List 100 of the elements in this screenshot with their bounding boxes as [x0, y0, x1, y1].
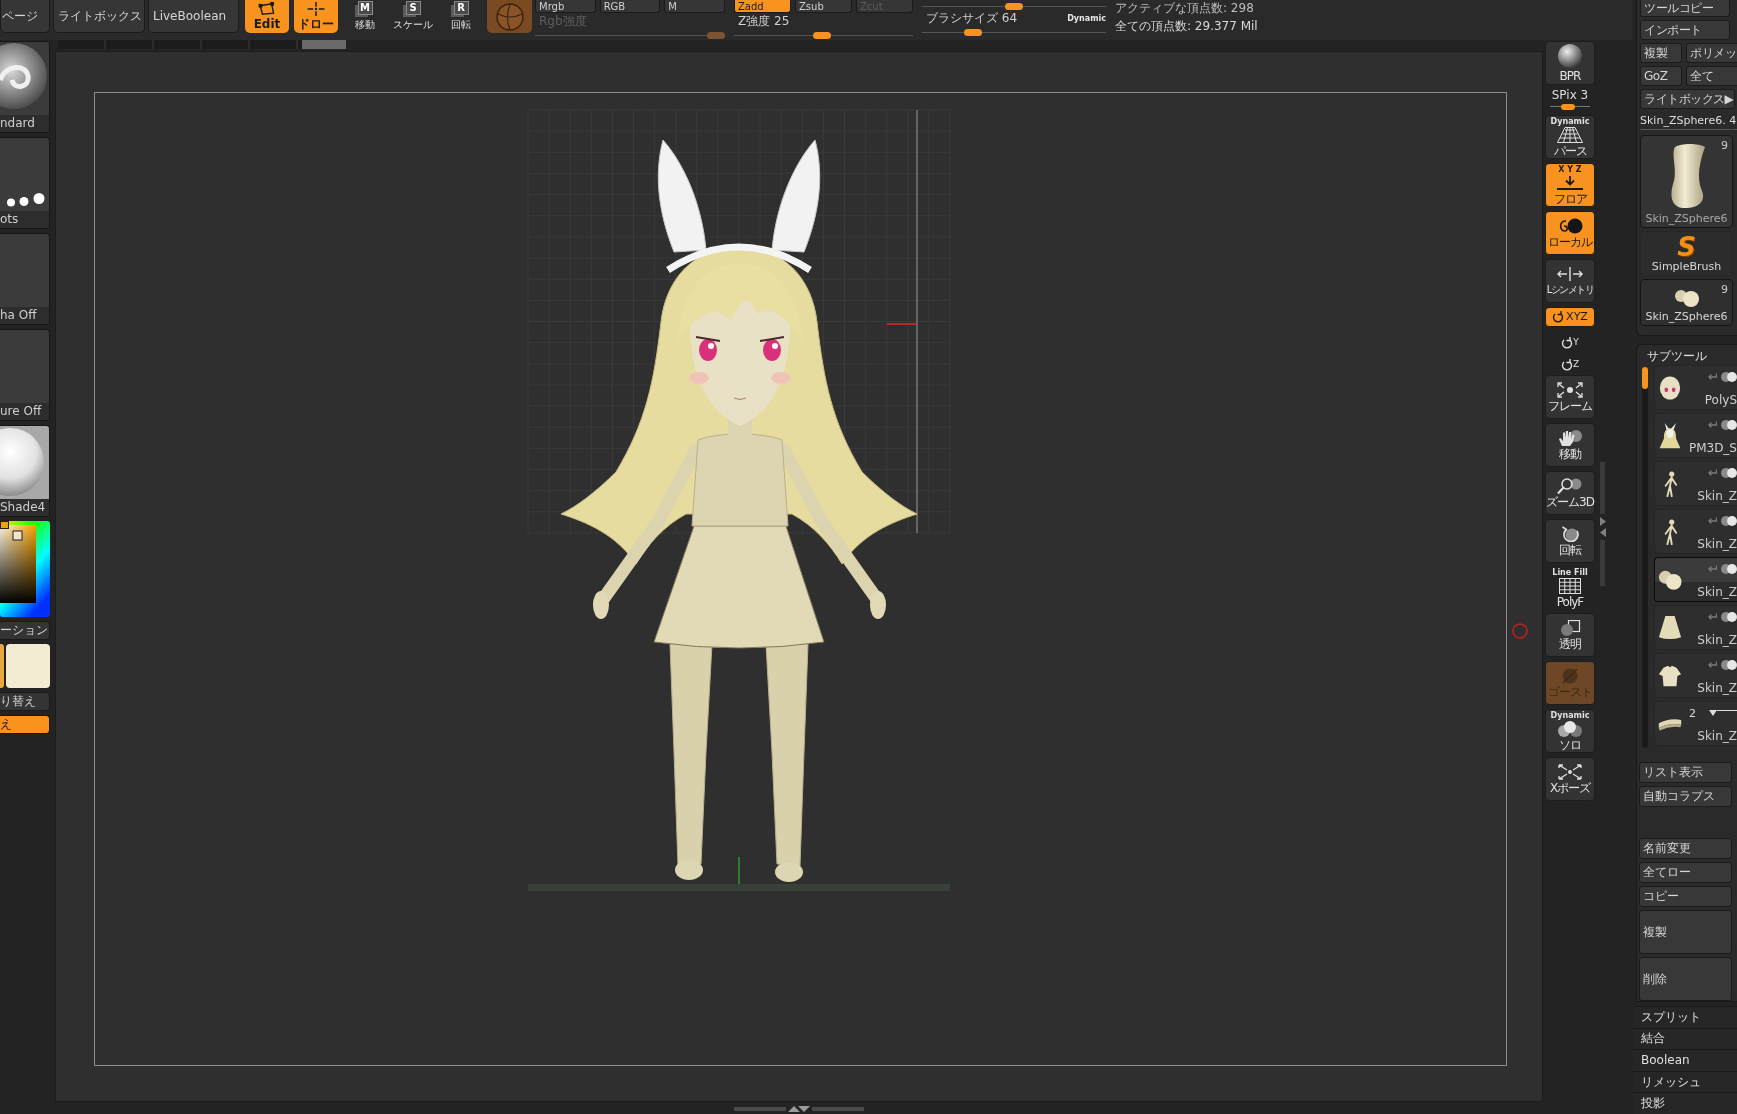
- edit-mode-button[interactable]: Edit: [245, 0, 289, 33]
- symmetry-button[interactable]: Lシンメトリ: [1545, 259, 1595, 303]
- subtool-option-button[interactable]: リスト表示: [1639, 762, 1732, 783]
- channel-toggle[interactable]: Zsub: [795, 0, 852, 13]
- color-swatch-icon[interactable]: [0, 644, 4, 688]
- visibility-toggle-icon[interactable]: [1721, 612, 1737, 622]
- visibility-toggle-icon[interactable]: [1721, 660, 1737, 670]
- subtool-action-button[interactable]: 削除: [1639, 957, 1732, 1001]
- palette-button[interactable]: 全て: [1686, 66, 1737, 86]
- color-swatch-icon[interactable]: [6, 644, 50, 688]
- rotate-axis-button[interactable]: Y: [1545, 331, 1595, 349]
- slider-label: ブラシサイズ 64: [926, 10, 1018, 27]
- scrollbar-track[interactable]: [1642, 367, 1648, 748]
- merge-arrow-icon: [1707, 613, 1717, 621]
- palette-button[interactable]: 複製: [1640, 43, 1682, 63]
- solo-button[interactable]: Dynamic ソロ: [1545, 709, 1595, 753]
- subtool-action-button[interactable]: 全てロー: [1639, 862, 1732, 883]
- subtool-item[interactable]: Skin_Z: [1654, 509, 1737, 554]
- rotate-arrow-icon: [1552, 311, 1565, 323]
- subtool-item[interactable]: PM3D_S: [1654, 413, 1737, 458]
- history-thumb[interactable]: [302, 40, 346, 49]
- channel-toggle[interactable]: RGB: [599, 0, 661, 13]
- subtool-option-button[interactable]: 自動コラプス: [1639, 786, 1732, 807]
- transform-button[interactable]: S スケール: [391, 0, 435, 33]
- floor-button[interactable]: X Y Z フロア: [1545, 163, 1595, 207]
- channel-toggle[interactable]: Mrgb: [535, 0, 596, 13]
- rotate-arrow-icon: [1560, 359, 1573, 371]
- subtool-action-button[interactable]: コピー: [1639, 886, 1732, 907]
- menu-button[interactable]: ライトボックス: [53, 0, 145, 33]
- stroke-button[interactable]: ots: [0, 137, 50, 229]
- vertex-count-label: アクティブな頂点数: 298: [1115, 1, 1255, 16]
- transparent-button[interactable]: 透明: [1545, 613, 1595, 657]
- fill-toggle-button[interactable]: え: [0, 715, 50, 734]
- floor-arrow-icon: [1557, 174, 1583, 191]
- scroll-thumb[interactable]: [1642, 367, 1648, 389]
- render-button[interactable]: BPR: [1545, 41, 1595, 85]
- palette-button[interactable]: インポート: [1640, 20, 1730, 40]
- visibility-toggle-icon[interactable]: [1721, 564, 1737, 574]
- slider-thumb[interactable]: [1005, 3, 1023, 10]
- xpose-button[interactable]: Xポーズ: [1545, 757, 1595, 801]
- palette-button[interactable]: ポリメッ: [1686, 43, 1737, 63]
- spheres-icon: [1557, 720, 1583, 737]
- subdivision-label: SPix 3: [1551, 89, 1589, 102]
- slider-thumb[interactable]: [963, 29, 982, 36]
- symmetry-arrows-icon: [1557, 265, 1583, 282]
- tool-thumbnail[interactable]: 9 Skin_ZSphere6: [1640, 279, 1733, 326]
- rotate-axis-button[interactable]: XYZ: [1545, 307, 1595, 327]
- slider-thumb[interactable]: [812, 32, 831, 39]
- gradient-button[interactable]: ーション: [0, 621, 50, 640]
- transform-button[interactable]: R 回転: [439, 0, 483, 33]
- transform-button[interactable]: M 移動: [343, 0, 387, 33]
- palette-button[interactable]: ライトボックス▶: [1640, 89, 1736, 109]
- panel-splitter-handle[interactable]: [1598, 462, 1608, 586]
- polyframe-button[interactable]: Line Fill PolyF: [1545, 567, 1595, 609]
- undo-history-bar[interactable]: [58, 40, 346, 49]
- visibility-toggle-icon[interactable]: [1721, 468, 1737, 478]
- material-button[interactable]: Shade4: [0, 425, 50, 517]
- brush-button[interactable]: ndard: [0, 41, 50, 133]
- subtool-item[interactable]: Skin_Z: [1654, 557, 1737, 602]
- color-picker[interactable]: [0, 521, 50, 617]
- subtool-item[interactable]: Skin_Z: [1654, 461, 1737, 506]
- subtool-item[interactable]: Skin_Z: [1654, 605, 1737, 650]
- merge-arrow-icon: [1707, 661, 1717, 669]
- palette-button[interactable]: ツールコピー: [1640, 0, 1730, 17]
- rotate-axis-button[interactable]: Z: [1545, 353, 1595, 371]
- tray-handle-icon[interactable]: [734, 1104, 864, 1112]
- frame-corners-icon: [1557, 381, 1583, 398]
- visibility-toggle-icon[interactable]: [1721, 372, 1737, 382]
- menu-button[interactable]: ページ: [0, 0, 50, 33]
- subtool-item[interactable]: PolyS: [1654, 365, 1737, 410]
- channel-toggle[interactable]: Zadd: [734, 0, 791, 13]
- frame-button[interactable]: フレーム: [1545, 375, 1595, 419]
- channel-toggle[interactable]: M: [664, 0, 725, 13]
- slider-track[interactable]: [535, 32, 725, 39]
- switch-color-button[interactable]: り替え: [0, 692, 50, 711]
- subtool-action-button[interactable]: 名前変更: [1639, 838, 1732, 859]
- cursor-ring-icon: [1512, 623, 1528, 639]
- visibility-toggle-icon[interactable]: [1721, 420, 1737, 430]
- folder-arrow-icon: [1709, 709, 1737, 717]
- palette-button[interactable]: GoZ: [1640, 66, 1682, 86]
- hair-figure-icon: [1658, 422, 1682, 449]
- local-button[interactable]: ローカル: [1545, 211, 1595, 255]
- merge-arrow-icon: [1707, 517, 1717, 525]
- subtool-item[interactable]: 2 Skin_Z: [1654, 701, 1737, 746]
- menu-button[interactable]: LiveBoolean: [148, 0, 239, 33]
- slider-thumb[interactable]: [1561, 104, 1576, 110]
- draw-mode-button[interactable]: ドロー: [294, 0, 338, 33]
- subtool-item[interactable]: Skin_Z: [1654, 653, 1737, 698]
- perspective-button[interactable]: Dynamic パース: [1545, 115, 1595, 159]
- merge-arrow-icon: [1707, 373, 1717, 381]
- texture-button[interactable]: ure Off: [0, 329, 50, 421]
- rotate-button[interactable]: 回転: [1545, 519, 1595, 563]
- move-button[interactable]: 移動: [1545, 423, 1595, 467]
- zoom-button[interactable]: ズーム3D: [1545, 471, 1595, 515]
- crosshair-icon: [306, 2, 326, 16]
- alpha-button[interactable]: ha Off: [0, 233, 50, 325]
- visibility-toggle-icon[interactable]: [1721, 516, 1737, 526]
- tool-thumbnail[interactable]: 9 Skin_ZSphere6: [1640, 135, 1733, 228]
- dots-icon: [7, 193, 45, 207]
- subtool-action-button[interactable]: 複製: [1639, 910, 1732, 954]
